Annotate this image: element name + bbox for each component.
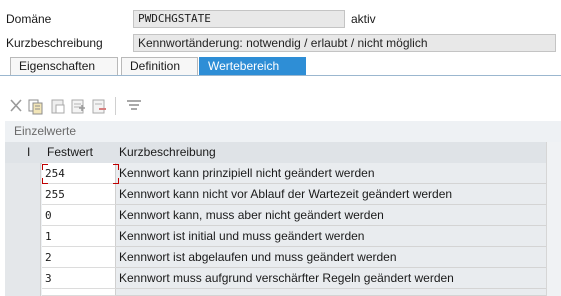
row-selector[interactable]: [5, 184, 41, 205]
delete-row-icon[interactable]: [90, 97, 108, 115]
focus-corner-marker: [42, 164, 48, 170]
fixed-value-cell[interactable]: 3: [42, 268, 116, 289]
paste-icon[interactable]: [49, 97, 67, 115]
column-header-kurzbeschreibung[interactable]: Kurzbeschreibung: [119, 145, 216, 159]
tab-strip-underline: [0, 75, 561, 76]
column-header-i[interactable]: I: [27, 145, 30, 159]
tab-definition[interactable]: Definition: [121, 57, 198, 75]
row-selector[interactable]: [5, 163, 41, 184]
description-cell[interactable]: Kennwort ist initial und muss geändert w…: [116, 226, 546, 247]
domain-status: aktiv: [351, 12, 376, 26]
domain-label: Domäne: [6, 12, 52, 26]
table-row[interactable]: 2 Kennwort ist abgelaufen und muss geänd…: [5, 247, 546, 268]
table-header: I Festwert Kurzbeschreibung: [5, 142, 546, 164]
short-description-label: Kurzbeschreibung: [6, 36, 103, 50]
fixed-value-cell[interactable]: 255: [42, 184, 116, 205]
filter-icon[interactable]: [125, 97, 143, 115]
copy-icon[interactable]: [27, 97, 45, 115]
description-cell[interactable]: Kennwort ist abgelaufen und muss geänder…: [116, 247, 546, 268]
column-header-festwert[interactable]: Festwert: [47, 145, 93, 159]
description-cell[interactable]: [116, 289, 546, 296]
tab-label: Wertebereich: [208, 59, 280, 73]
table-row[interactable]: 1 Kennwort ist initial und muss geändert…: [5, 226, 546, 247]
row-selector[interactable]: [5, 205, 41, 226]
table-row[interactable]: 255 Kennwort kann nicht vor Ablauf der W…: [5, 184, 546, 205]
row-selector[interactable]: [5, 247, 41, 268]
focus-corner-marker: [113, 164, 119, 170]
tab-label: Definition: [130, 59, 181, 73]
table-row[interactable]: 0 Kennwort kann, muss aber nicht geänder…: [5, 205, 546, 226]
tab-eigenschaften[interactable]: Eigenschaften: [10, 57, 118, 75]
row-selector[interactable]: [5, 289, 41, 296]
fixed-value-cell[interactable]: 254: [42, 163, 116, 184]
focus-corner-marker: [113, 178, 119, 184]
short-description-field[interactable]: Kennwortänderung: notwendig / erlaubt / …: [133, 34, 556, 52]
focus-corner-marker: [42, 178, 48, 184]
tab-label: Eigenschaften: [19, 59, 96, 73]
vertical-scrollbar[interactable]: [546, 142, 561, 296]
description-cell[interactable]: Kennwort muss aufgrund verschärfter Rege…: [116, 268, 546, 289]
toolbar-separator: [115, 97, 116, 115]
insert-row-icon[interactable]: [69, 97, 87, 115]
fixed-value-cell[interactable]: 0: [42, 205, 116, 226]
tab-wertebereich[interactable]: Wertebereich: [199, 57, 306, 75]
domain-name-field[interactable]: PWDCHGSTATE: [133, 10, 345, 28]
fixed-value-cell[interactable]: [42, 289, 116, 296]
single-values-title: Einzelwerte: [14, 124, 77, 138]
description-cell[interactable]: Kennwort kann prinzipiell nicht geändert…: [116, 163, 546, 184]
row-selector[interactable]: [5, 226, 41, 247]
fixed-value-cell[interactable]: 2: [42, 247, 116, 268]
description-cell[interactable]: Kennwort kann nicht vor Ablauf der Warte…: [116, 184, 546, 205]
table-row[interactable]: 254 Kennwort kann prinzipiell nicht geän…: [5, 163, 546, 184]
description-cell[interactable]: Kennwort kann, muss aber nicht geändert …: [116, 205, 546, 226]
table-row[interactable]: 3 Kennwort muss aufgrund verschärfter Re…: [5, 268, 546, 289]
fixed-value-cell[interactable]: 1: [42, 226, 116, 247]
row-selector[interactable]: [5, 268, 41, 289]
cut-icon[interactable]: [7, 97, 25, 115]
table-row[interactable]: [5, 289, 546, 296]
